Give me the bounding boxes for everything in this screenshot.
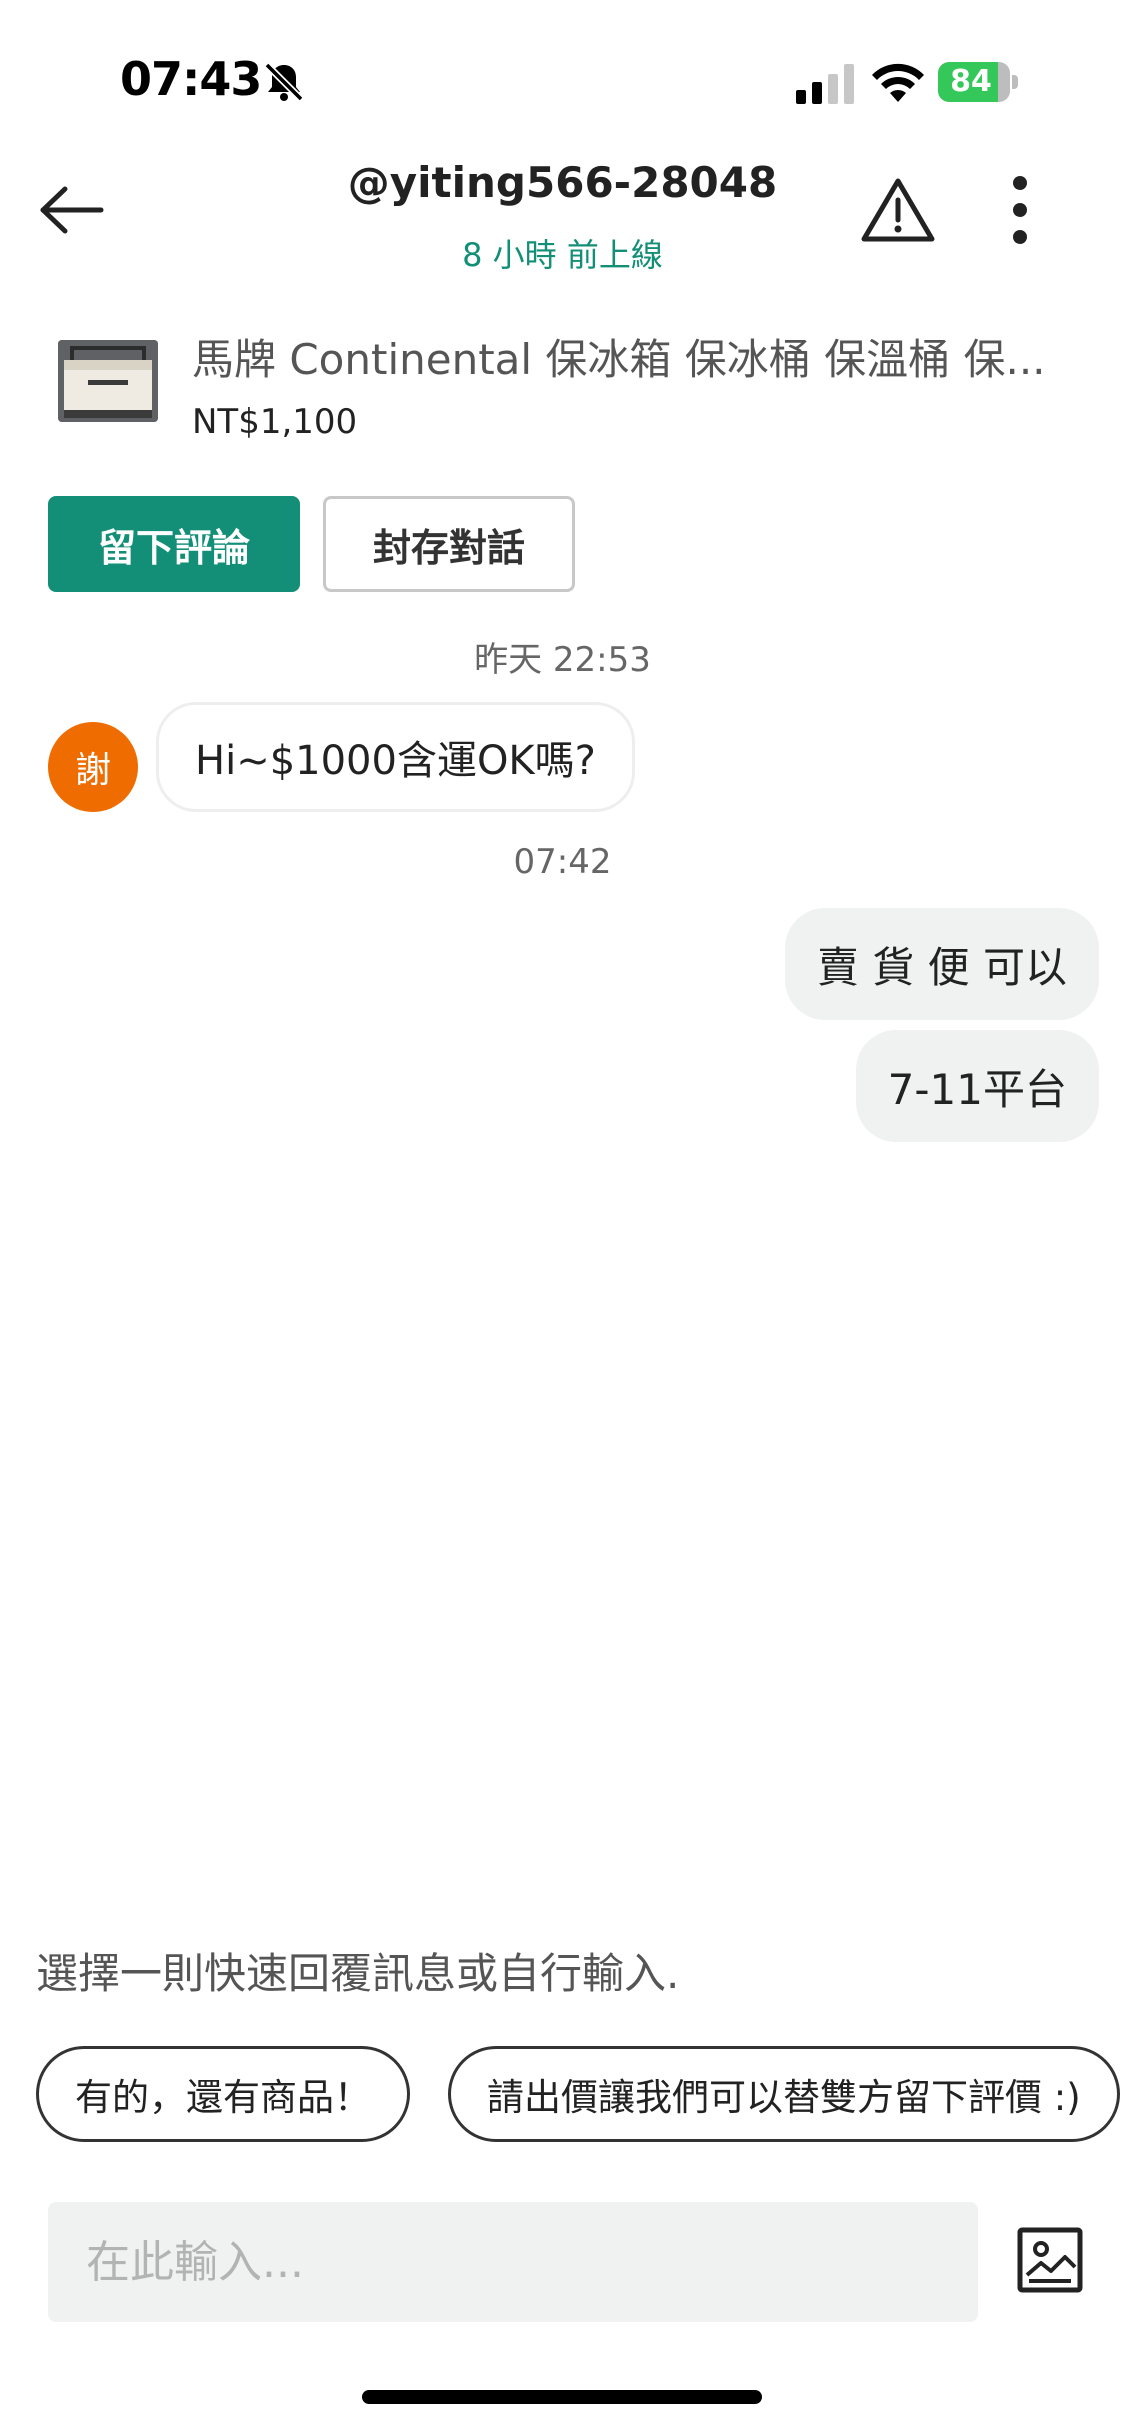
incoming-message: Hi~$1000含運OK嗎? (156, 702, 635, 812)
conversation-actions: 留下評論 封存對話 (0, 496, 1125, 596)
last-online-status: 8 小時 前上線 (462, 236, 663, 274)
quick-reply-hint: 選擇一則快速回覆訊息或自行輸入. (36, 1949, 680, 1998)
chat-header: @yiting566-28048 8 小時 前上線 (0, 150, 1125, 300)
outgoing-message: 賣 貨 便 可以 (784, 908, 1099, 1020)
wifi-icon (872, 63, 924, 102)
status-time: 07:43 (120, 52, 262, 106)
chat-partner-username[interactable]: @yiting566-28048 (0, 158, 1125, 207)
quick-reply-chip[interactable]: 請出價讓我們可以替雙方留下評價 :) (448, 2046, 1120, 2142)
bell-off-icon (264, 62, 304, 102)
message-input[interactable] (48, 2202, 978, 2322)
image-upload-icon (1017, 2227, 1083, 2293)
battery-text: 84 (950, 64, 992, 99)
report-button[interactable] (856, 170, 940, 250)
product-summary[interactable]: 馬牌 Continental 保冰箱 保冰桶 保溫桶 保... NT$1,100 (0, 320, 1125, 450)
warning-triangle-icon (861, 178, 935, 242)
more-options-button[interactable] (990, 170, 1050, 250)
product-title: 馬牌 Continental 保冰箱 保冰桶 保溫桶 保... (192, 335, 1046, 384)
image-upload-button[interactable] (1012, 2222, 1088, 2298)
cooler-image (58, 340, 158, 422)
archive-conversation-button[interactable]: 封存對話 (323, 496, 575, 592)
outgoing-message: 7-11平台 (855, 1030, 1099, 1142)
leave-review-button[interactable]: 留下評論 (48, 496, 300, 592)
home-indicator[interactable] (362, 2390, 762, 2404)
quick-reply-chip[interactable]: 有的，還有商品！ (36, 2046, 410, 2142)
battery-indicator: 84 (938, 62, 1018, 102)
product-thumbnail[interactable] (58, 340, 158, 422)
vertical-dots-icon (1013, 176, 1027, 244)
message-timestamp: 07:42 (513, 842, 612, 882)
message-timestamp: 昨天 22:53 (474, 640, 651, 680)
product-price: NT$1,100 (192, 402, 358, 442)
signal-icon (796, 64, 854, 104)
avatar[interactable]: 謝 (48, 722, 138, 812)
status-bar: 07:43 84 (0, 0, 1125, 150)
